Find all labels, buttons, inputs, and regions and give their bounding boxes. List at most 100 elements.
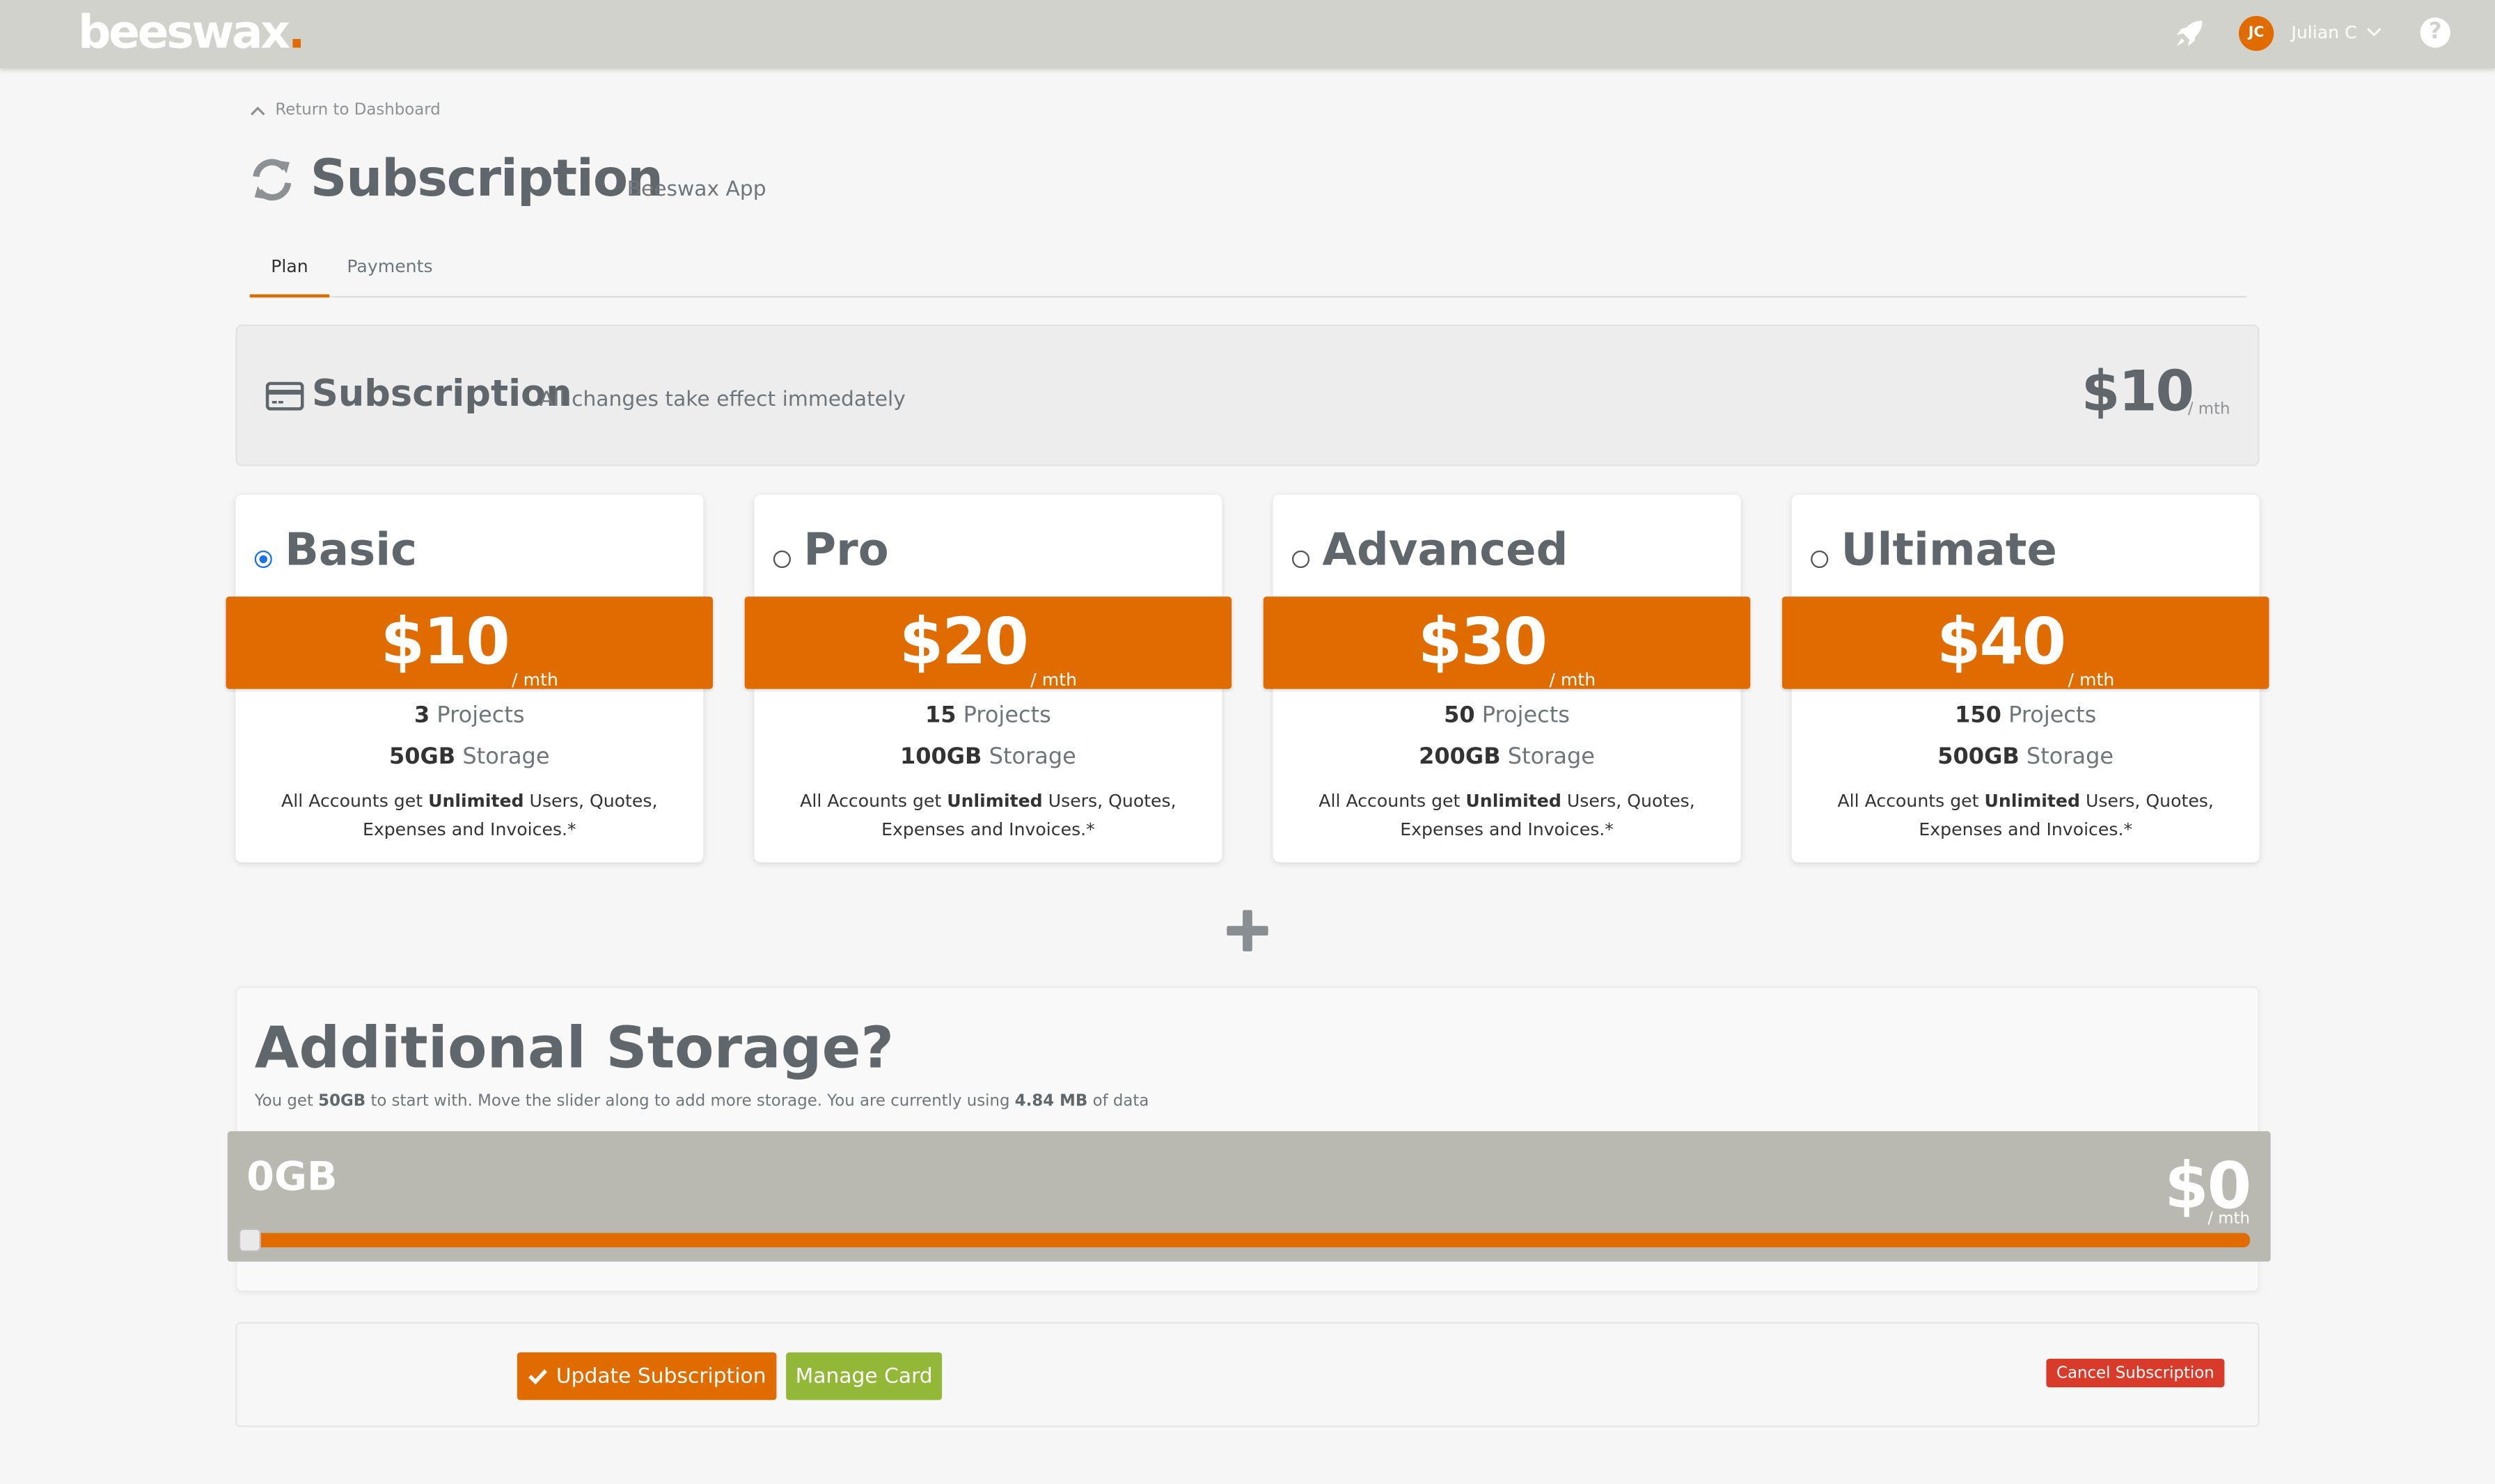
additional-storage-description: You get 50GB to start with. Move the sli…	[255, 1093, 1149, 1110]
plan-storage: 50GB Storage	[235, 745, 703, 771]
refresh-icon	[253, 159, 292, 201]
current-price: $10	[2081, 361, 2194, 425]
rocket-icon[interactable]	[2173, 17, 2205, 49]
page-subtitle: Beeswax App	[627, 177, 766, 203]
desc-text: All Accounts get	[800, 790, 947, 812]
plan-radio-pro[interactable]	[773, 550, 791, 568]
plan-name: Basic	[285, 523, 418, 576]
subscription-note: All changes take effect immedately	[539, 388, 906, 412]
desc-text: of data	[1087, 1093, 1149, 1111]
subscription-heading: Subscription	[311, 374, 572, 416]
top-bar: beeswax. JC Julian C ?	[0, 0, 2495, 69]
update-subscription-button[interactable]: Update Subscription	[517, 1352, 777, 1400]
plan-name: Advanced	[1322, 523, 1568, 576]
plan-description: All Accounts get Unlimited Users, Quotes…	[255, 787, 684, 844]
plan-radio-ultimate[interactable]	[1811, 550, 1829, 568]
desc-bold: Unlimited	[1465, 790, 1561, 812]
tab-bar: Plan Payments	[249, 248, 2247, 298]
plan-name: Ultimate	[1841, 523, 2057, 576]
plan-price: $10	[380, 606, 510, 679]
projects-count: 3	[414, 703, 430, 729]
storage-slider-thumb[interactable]	[238, 1228, 261, 1252]
plan-description: All Accounts get Unlimited Users, Quotes…	[773, 787, 1203, 844]
plan-card-basic[interactable]: Basic $10/ mth 3 Projects 50GB Storage A…	[226, 494, 713, 862]
current-price-unit: / mth	[2187, 400, 2230, 419]
plan-radio-advanced[interactable]	[1291, 550, 1310, 568]
plan-description: All Accounts get Unlimited Users, Quotes…	[1292, 787, 1722, 844]
storage-amount: 50GB	[388, 744, 456, 771]
plan-radio-basic[interactable]	[254, 550, 272, 568]
storage-slider-track[interactable]	[246, 1233, 2250, 1247]
plan-price-band: $40/ mth	[1781, 597, 2269, 690]
plus-icon	[1227, 910, 1268, 952]
projects-label: Projects	[2008, 703, 2097, 729]
storage-label: Storage	[462, 744, 550, 771]
plan-storage: 200GB Storage	[1273, 745, 1741, 771]
storage-slider-panel: 0GB $0 / mth	[227, 1131, 2271, 1262]
projects-count: 15	[924, 703, 957, 729]
projects-label: Projects	[1481, 703, 1570, 729]
desc-text: to start with. Move the slider along to …	[365, 1093, 1015, 1111]
plan-price: $30	[1417, 606, 1548, 679]
plan-projects: 15 Projects	[754, 703, 1222, 729]
plan-storage: 500GB Storage	[1792, 745, 2260, 771]
plan-name: Pro	[803, 523, 889, 576]
projects-label: Projects	[963, 703, 1051, 729]
plan-projects: 3 Projects	[235, 703, 703, 729]
cancel-subscription-button[interactable]: Cancel Subscription	[2046, 1358, 2225, 1388]
plan-projects: 150 Projects	[1792, 703, 2260, 729]
update-subscription-label: Update Subscription	[556, 1364, 766, 1389]
desc-bold: Unlimited	[428, 790, 524, 812]
beeswax-logo[interactable]: beeswax.	[77, 4, 306, 59]
storage-amount: 500GB	[1937, 744, 2020, 771]
storage-gb-value: 0GB	[246, 1153, 338, 1200]
avatar[interactable]: JC	[2238, 15, 2274, 52]
return-label: Return to Dashboard	[275, 102, 441, 120]
return-to-dashboard-link[interactable]: Return to Dashboard	[250, 102, 441, 119]
storage-label: Storage	[989, 744, 1076, 771]
desc-text: All Accounts get	[1319, 790, 1466, 812]
page-title: Subscription	[310, 148, 663, 209]
logo-text: beeswax	[77, 4, 290, 59]
credit-card-icon	[265, 381, 304, 411]
additional-storage-title: Additional Storage?	[254, 1016, 895, 1082]
chevron-down-icon[interactable]	[2366, 24, 2382, 40]
plan-projects: 50 Projects	[1273, 703, 1741, 729]
projects-count: 50	[1444, 703, 1475, 729]
plan-storage: 100GB Storage	[754, 745, 1222, 771]
plan-price: $20	[899, 606, 1029, 679]
projects-count: 150	[1955, 703, 2001, 729]
plan-card-ultimate[interactable]: Ultimate $40/ mth 150 Projects 500GB Sto…	[1781, 494, 2269, 862]
desc-text: You get	[254, 1093, 319, 1111]
subscription-summary: Subscription All changes take effect imm…	[235, 324, 2260, 466]
plan-price-band: $20/ mth	[744, 597, 1232, 690]
plan-price: $40	[1937, 606, 2066, 679]
chevron-up-icon	[251, 106, 265, 115]
projects-label: Projects	[436, 703, 525, 729]
tab-plan[interactable]: Plan	[249, 248, 330, 298]
app-root: beeswax. JC Julian C ? Return to Dashboa…	[0, 0, 2495, 1484]
user-name[interactable]: Julian C	[2291, 22, 2356, 43]
storage-price-unit: / mth	[2207, 1210, 2250, 1229]
plan-price-band: $30/ mth	[1263, 597, 1751, 690]
desc-text: All Accounts get	[1837, 790, 1985, 812]
storage-label: Storage	[1507, 744, 1595, 771]
logo-dot: .	[288, 4, 306, 59]
storage-label: Storage	[2026, 744, 2114, 771]
plan-description: All Accounts get Unlimited Users, Quotes…	[1811, 787, 2240, 844]
help-icon[interactable]: ?	[2420, 17, 2450, 48]
action-bar: Update Subscription Manage Card Cancel S…	[235, 1322, 2260, 1428]
plan-card-pro[interactable]: Pro $20/ mth 15 Projects 100GB Storage A…	[744, 494, 1232, 862]
plan-card-advanced[interactable]: Advanced $30/ mth 50 Projects 200GB Stor…	[1263, 494, 1751, 862]
storage-amount: 100GB	[899, 744, 982, 771]
desc-text: All Accounts get	[281, 790, 429, 812]
storage-amount: 200GB	[1419, 744, 1501, 771]
manage-card-button[interactable]: Manage Card	[786, 1352, 943, 1400]
desc-bold: 4.84 MB	[1014, 1093, 1088, 1111]
plan-price-band: $10/ mth	[226, 597, 713, 690]
desc-bold: Unlimited	[947, 790, 1043, 812]
additional-storage-panel: Additional Storage? You get 50GB to star…	[227, 986, 2271, 1292]
tab-payments[interactable]: Payments	[339, 248, 441, 298]
desc-bold: Unlimited	[1984, 790, 2080, 812]
checkmark-icon	[528, 1369, 546, 1385]
